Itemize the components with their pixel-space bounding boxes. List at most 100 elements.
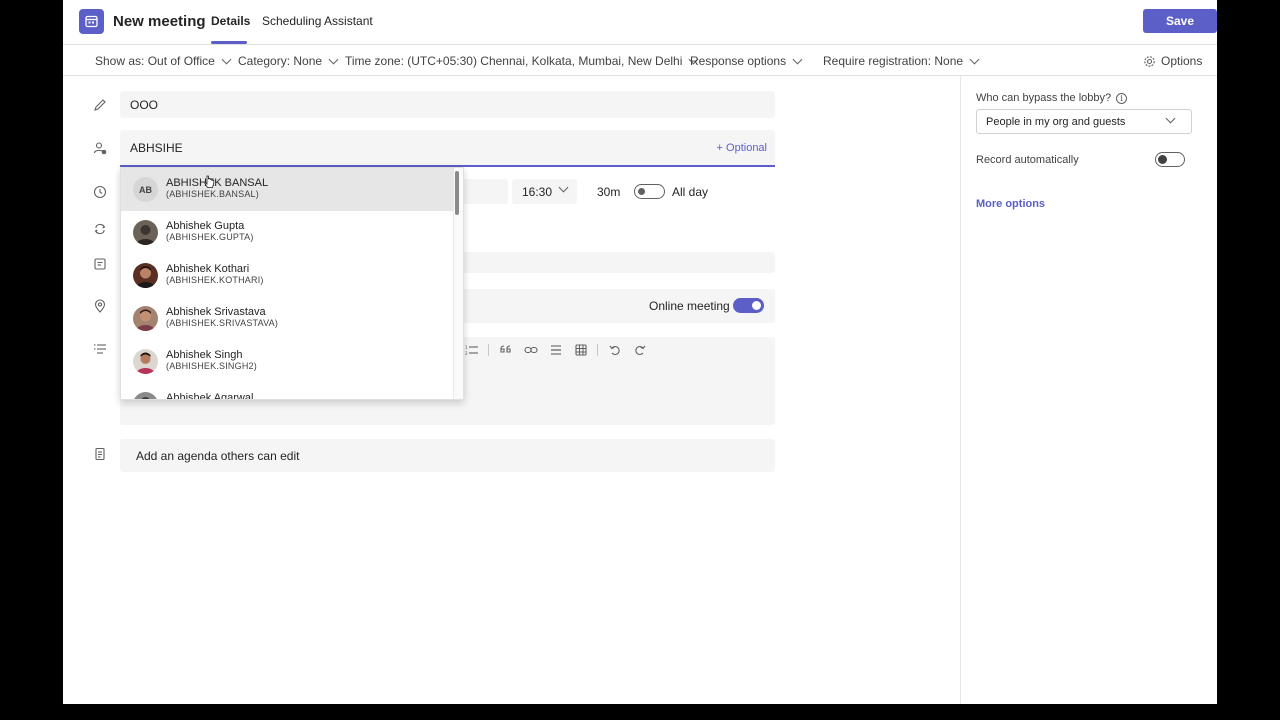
time-zone-value: (UTC+05:30) Chennai, Kolkata, Mumbai, Ne… — [407, 54, 683, 68]
response-options-label: Response options — [690, 54, 787, 68]
tab-details[interactable]: Details — [211, 14, 250, 28]
avatar — [133, 263, 158, 288]
mouse-pointer-icon — [204, 175, 215, 188]
suggestion-alias: (ABHISHEK.BANSAL) — [166, 189, 259, 199]
lobby-bypass-value: People in my org and guests — [986, 116, 1126, 128]
options-bar: Show as: Out of Office Category: None Ti… — [63, 45, 1217, 76]
clock-icon — [93, 185, 107, 199]
chevron-down-icon — [792, 54, 803, 64]
calendar-app-icon — [79, 9, 104, 34]
online-meeting-toggle[interactable] — [733, 298, 764, 313]
duration-label: 30m — [597, 185, 621, 199]
suggestion-item[interactable]: AB ABHISHEK BANSAL (ABHISHEK.BANSAL) — [121, 168, 454, 211]
add-people-icon — [93, 142, 107, 155]
undo-icon[interactable] — [606, 341, 623, 358]
chevron-down-icon — [221, 54, 232, 64]
lobby-label-row: Who can bypass the lobby? i — [976, 92, 1128, 104]
chevron-down-icon — [328, 54, 339, 64]
suggestion-name: Abhishek Kothari — [166, 263, 250, 275]
time-zone-label: Time zone: — [345, 54, 404, 68]
end-time-dropdown[interactable]: 16:30 — [512, 179, 577, 204]
lobby-label: Who can bypass the lobby? — [976, 92, 1112, 104]
meeting-options-panel: Who can bypass the lobby? i People in my… — [960, 76, 1217, 704]
page-title: New meeting — [113, 13, 206, 30]
numbered-list-icon[interactable]: 12 — [463, 341, 480, 358]
suggestion-name: ABHISHEK BANSAL — [166, 177, 269, 189]
save-button[interactable]: Save — [1143, 9, 1217, 33]
time-zone-dropdown[interactable]: Time zone: (UTC+05:30) Chennai, Kolkata,… — [345, 54, 699, 68]
suggestion-alias: (ABHISHEK.SINGH2) — [166, 361, 257, 371]
redo-icon[interactable] — [631, 341, 648, 358]
info-icon[interactable]: i — [1116, 92, 1128, 104]
top-bar: New meeting Details Scheduling Assistant… — [63, 0, 1217, 45]
suggestion-alias: (ABHISHEK.KOTHARI) — [166, 275, 264, 285]
text-lines-icon — [94, 344, 106, 354]
chevron-down-icon — [558, 182, 569, 193]
meeting-window: New meeting Details Scheduling Assistant… — [63, 0, 1217, 704]
options-label: Options — [1161, 54, 1203, 68]
scrollbar-thumb[interactable] — [455, 171, 459, 215]
avatar — [133, 392, 158, 399]
attendee-suggestions-dropdown: AB ABHISHEK BANSAL (ABHISHEK.BANSAL) Abh… — [120, 167, 464, 400]
end-date-field[interactable] — [463, 179, 508, 204]
repeat-icon — [94, 223, 106, 235]
suggestion-item[interactable]: Abhishek Srivastava (ABHISHEK.SRIVASTAVA… — [121, 297, 454, 340]
all-day-toggle[interactable] — [634, 184, 665, 199]
avatar — [133, 220, 158, 245]
require-registration-dropdown[interactable]: Require registration: None — [823, 54, 980, 68]
suggestion-alias: (ABHISHEK.GUPTA) — [166, 232, 254, 242]
category-dropdown[interactable]: Category: None — [238, 54, 339, 68]
avatar — [133, 349, 158, 374]
tab-scheduling-assistant[interactable]: Scheduling Assistant — [262, 14, 373, 28]
channel-icon — [94, 258, 106, 270]
suggestion-item[interactable]: Abhishek Agarwal — [121, 383, 454, 400]
record-automatically-label: Record automatically — [976, 154, 1079, 166]
quote-icon[interactable] — [497, 341, 514, 358]
attendees-input[interactable]: ABHSIHE + Optional — [120, 130, 775, 167]
editor-toolbar: 12 — [463, 341, 648, 358]
chevron-down-icon — [969, 54, 980, 64]
toggle-knob — [1158, 155, 1167, 164]
toolbar-divider — [488, 343, 489, 356]
show-as-dropdown[interactable]: Show as: Out of Office — [95, 54, 232, 68]
response-options-dropdown[interactable]: Response options — [690, 54, 803, 68]
online-meeting-label: Online meeting — [649, 299, 730, 313]
category-label: Category: None — [238, 54, 323, 68]
title-value: OOO — [130, 98, 159, 112]
more-options-link[interactable]: More options — [976, 198, 1045, 210]
toolbar-divider — [597, 343, 598, 356]
active-tab-indicator — [211, 41, 247, 44]
lobby-bypass-dropdown[interactable]: People in my org and guests — [976, 109, 1192, 134]
agenda-input[interactable]: Add an agenda others can edit — [120, 439, 775, 472]
avatar: AB — [133, 177, 158, 202]
agenda-icon — [95, 447, 105, 461]
suggestion-item[interactable]: Abhishek Singh (ABHISHEK.SINGH2) — [121, 340, 454, 383]
optional-attendees-link[interactable]: + Optional — [717, 142, 767, 154]
svg-text:1: 1 — [465, 345, 468, 350]
suggestion-item[interactable]: Abhishek Kothari (ABHISHEK.KOTHARI) — [121, 254, 454, 297]
table-icon[interactable] — [572, 341, 589, 358]
pencil-icon — [94, 99, 106, 111]
chevron-down-icon — [1165, 113, 1176, 124]
horizontal-rule-icon[interactable] — [547, 341, 564, 358]
link-icon[interactable] — [522, 341, 539, 358]
suggestion-name: Abhishek Agarwal — [166, 392, 254, 400]
suggestion-name: Abhishek Singh — [166, 349, 243, 361]
location-icon — [94, 299, 106, 313]
toggle-knob — [752, 301, 761, 310]
suggestion-name: Abhishek Gupta — [166, 220, 245, 232]
suggestion-name: Abhishek Srivastava — [166, 306, 266, 318]
all-day-label: All day — [672, 185, 709, 199]
title-input[interactable]: OOO — [120, 91, 775, 118]
gear-icon — [1144, 55, 1155, 67]
options-button[interactable]: Options — [1143, 54, 1202, 68]
attendees-value: ABHSIHE — [130, 141, 183, 155]
end-time-value: 16:30 — [522, 185, 553, 199]
require-registration-label: Require registration: None — [823, 54, 964, 68]
suggestion-item[interactable]: Abhishek Gupta (ABHISHEK.GUPTA) — [121, 211, 454, 254]
toggle-knob — [638, 188, 645, 195]
agenda-placeholder: Add an agenda others can edit — [136, 449, 300, 463]
suggestion-alias: (ABHISHEK.SRIVASTAVA) — [166, 318, 279, 328]
show-as-label: Show as: Out of Office — [95, 54, 215, 68]
record-automatically-toggle[interactable] — [1155, 152, 1185, 167]
